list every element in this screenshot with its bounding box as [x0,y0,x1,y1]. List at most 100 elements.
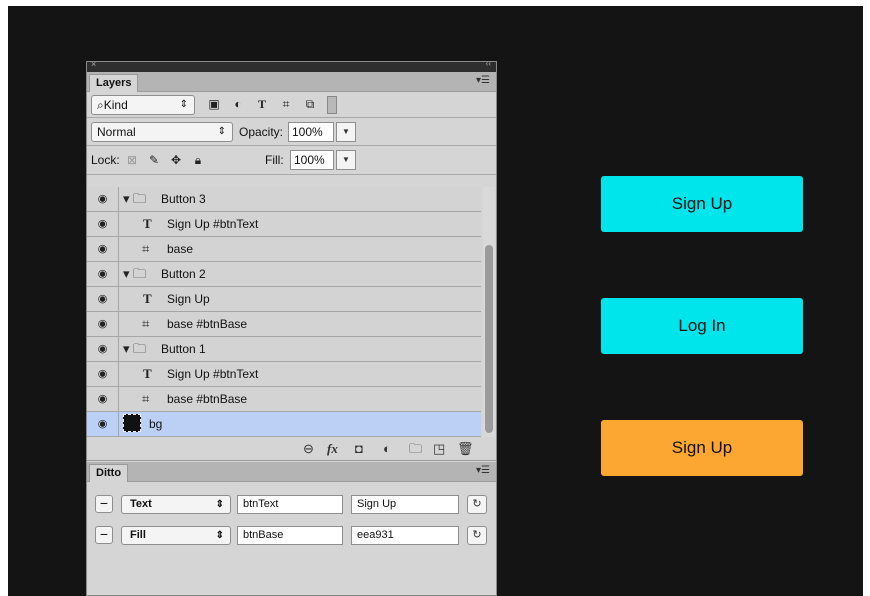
pixel-filter-icon[interactable]: ▣ [207,97,221,111]
layer-name: Sign Up #btnText [167,367,259,381]
chevron-updown-icon: ⇕ [215,530,224,541]
eye-icon[interactable]: ◉ [87,412,119,436]
fill-dropdown[interactable]: ▼ [336,150,356,170]
lock-all-icon[interactable]: 🔒︎ [191,153,205,167]
eye-icon[interactable]: ◉ [87,312,119,336]
lock-label: Lock: [91,153,120,167]
filter-row: ⌕Kind ⇕ ▣ ◐ T ⌗ ⧉ [87,92,496,118]
opacity-label: Opacity: [239,125,284,139]
refresh-button[interactable]: ↻ [467,495,487,514]
lock-transparent-icon[interactable]: ⊠ [125,153,139,167]
scrollbar-thumb[interactable] [485,245,493,433]
layer-name: bg [149,417,163,431]
value-field[interactable]: Sign Up [351,495,459,514]
new-group-icon[interactable]: 🗀 [409,440,422,458]
blend-row: Normal ⇕ Opacity: 100% ▼ [87,118,496,146]
eye-icon[interactable]: ◉ [87,212,119,236]
fx-icon[interactable]: fx [327,440,338,458]
eye-icon[interactable]: ◉ [87,387,119,411]
smart-object-filter-icon[interactable]: ⧉ [303,97,317,111]
kind-label: Kind [103,98,128,112]
ditto-row: − Text ⇕ btnText Sign Up ↻ [87,492,496,520]
new-layer-icon[interactable]: ◳ [433,440,445,458]
preview-login-button[interactable]: Log In [601,298,803,354]
property-select[interactable]: Text ⇕ [121,495,231,514]
ditto-tab-bar: Ditto ▾☰ [87,462,496,482]
layer-row[interactable]: ◉ T Sign Up #btnText [87,212,481,237]
trash-icon[interactable]: 🗑︎ [457,440,474,458]
eye-icon[interactable]: ◉ [87,262,119,286]
disclosure-triangle-icon[interactable]: ▾ [123,337,130,361]
type-filter-icon[interactable]: T [255,97,269,111]
layer-row[interactable]: ◉ ▾ 🗀 Button 2 [87,262,481,287]
lock-pixels-icon[interactable]: ✎ [147,153,161,167]
shape-layer-icon: ⌗ [142,391,150,406]
layer-row[interactable]: ◉ ▾ 🗀 Button 3 [87,187,481,212]
property-value: Text [130,498,152,510]
disclosure-triangle-icon[interactable]: ▾ [123,262,130,286]
lock-row: Lock: ⊠ ✎ ✥ 🔒︎ Fill: 100% ▼ [87,146,496,175]
layer-row[interactable]: ◉ ⌗ base [87,237,481,262]
layer-row[interactable]: ◉ ⌗ base #btnBase [87,387,481,412]
adjustment-layer-icon[interactable]: ◐ [383,440,391,458]
kind-filter-select[interactable]: ⌕Kind ⇕ [91,95,195,115]
value-field[interactable]: eea931 [351,526,459,545]
key-field[interactable]: btnBase [237,526,343,545]
layer-row[interactable]: ◉ T Sign Up [87,287,481,312]
mask-icon[interactable]: ◘ [355,440,363,458]
chevron-updown-icon: ⇕ [217,126,226,137]
disclosure-triangle-icon[interactable]: ▾ [123,187,130,211]
layer-name: Button 3 [161,192,206,206]
preview-signup-button[interactable]: Sign Up [601,176,803,232]
folder-icon: 🗀 [133,191,147,206]
text-layer-icon: T [143,366,152,381]
layer-row[interactable]: ◉ T Sign Up #btnText [87,362,481,387]
blend-mode-select[interactable]: Normal ⇕ [91,122,233,142]
eye-icon[interactable]: ◉ [87,187,119,211]
tab-ditto[interactable]: Ditto [89,464,129,482]
layer-row[interactable]: ◉ ⌗ base #btnBase [87,312,481,337]
refresh-button[interactable]: ↻ [467,526,487,545]
opacity-dropdown[interactable]: ▼ [336,122,356,142]
eye-icon[interactable]: ◉ [87,237,119,261]
filter-toggle-icon[interactable] [327,96,337,114]
remove-rule-button[interactable]: − [95,526,113,544]
folder-icon: 🗀 [133,266,147,281]
folder-icon: 🗀 [133,341,147,356]
layers-scrollbar[interactable] [483,187,495,437]
eye-icon[interactable]: ◉ [87,287,119,311]
layer-name: Button 2 [161,267,206,281]
fill-label: Fill: [265,153,284,167]
remove-rule-button[interactable]: − [95,495,113,513]
panel-menu-icon[interactable]: ▾☰ [476,465,490,476]
layer-name: base #btnBase [167,317,248,331]
layer-row-selected[interactable]: ◉ bg [87,412,481,437]
layers-list: ◉ ▾ 🗀 Button 3 ◉ T Sign Up #btnText ◉ ⌗ … [87,187,481,437]
tab-layers[interactable]: Layers [89,74,139,92]
shape-layer-icon: ⌗ [142,316,150,331]
layer-name: Sign Up [167,292,210,306]
adjustment-filter-icon[interactable]: ◐ [231,97,245,111]
opacity-input[interactable]: 100% [288,122,334,142]
layer-name: base #btnBase [167,392,248,406]
property-value: Fill [130,529,146,541]
property-select[interactable]: Fill ⇕ [121,526,231,545]
layer-name: Sign Up #btnText [167,217,259,231]
lock-position-icon[interactable]: ✥ [169,153,183,167]
shape-filter-icon[interactable]: ⌗ [279,97,293,111]
layer-name: base [167,242,194,256]
link-icon[interactable]: ⊖ [303,440,314,458]
panel-title-bar: × ‹‹ [87,59,496,72]
layer-row[interactable]: ◉ ▾ 🗀 Button 1 [87,337,481,362]
preview-signup-button[interactable]: Sign Up [601,420,803,476]
fill-input[interactable]: 100% [290,150,334,170]
key-field[interactable]: btnText [237,495,343,514]
chevron-updown-icon: ⇕ [215,499,224,510]
text-layer-icon: T [143,291,152,306]
search-icon: ⌕ [97,98,104,112]
collapse-icon[interactable]: ‹‹ [486,59,491,68]
eye-icon[interactable]: ◉ [87,362,119,386]
panel-menu-icon[interactable]: ▾☰ [476,75,490,86]
close-icon[interactable]: × [91,59,96,69]
eye-icon[interactable]: ◉ [87,337,119,361]
